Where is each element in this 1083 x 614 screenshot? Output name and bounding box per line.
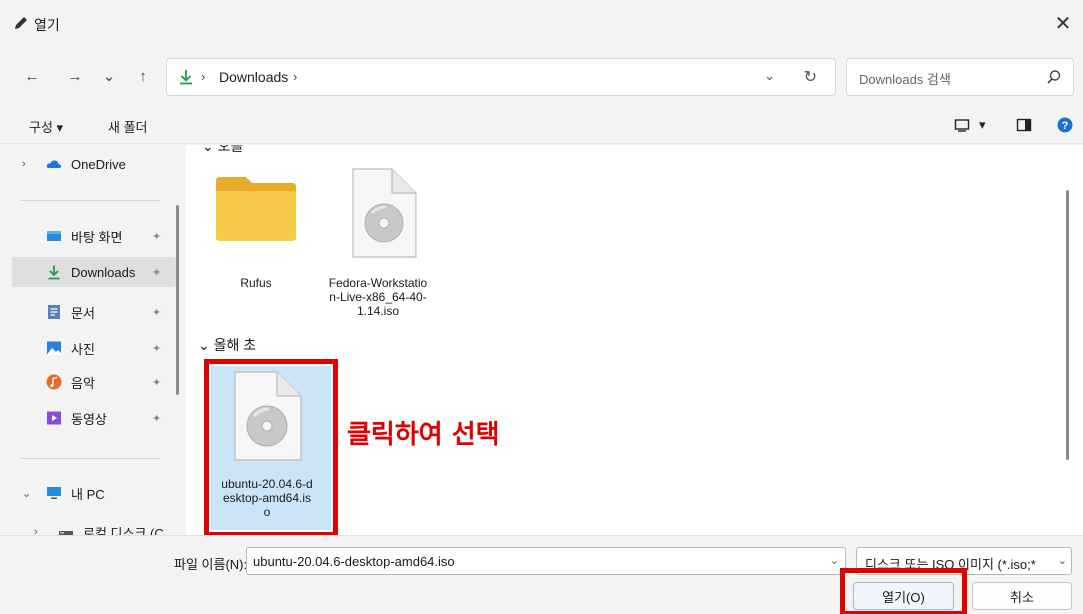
help-icon[interactable]: ? xyxy=(1057,117,1073,133)
sidebar-item-label: 동영상 xyxy=(71,411,107,427)
window-title: 열기 xyxy=(34,17,60,33)
sidebar-item-label: Downloads xyxy=(71,264,136,280)
pin-icon: ✦ xyxy=(152,230,162,243)
filename-value: ubuntu-20.04.6-desktop-amd64.iso xyxy=(253,554,455,569)
up-button[interactable]: ↑ xyxy=(129,64,157,88)
open-button-annotation-box xyxy=(840,568,967,614)
breadcrumb-separator-icon[interactable]: › xyxy=(293,69,297,84)
svg-text:?: ? xyxy=(1062,120,1069,132)
command-bar: 구성 ▾ 새 폴더 ▾ ? xyxy=(0,106,1083,144)
sidebar-item-documents[interactable]: 문서 ✦ xyxy=(12,297,172,327)
download-icon xyxy=(180,70,192,85)
file-item-folder[interactable]: Rufus xyxy=(206,167,306,290)
expand-icon[interactable]: › xyxy=(22,158,26,170)
chevron-down-icon[interactable]: ⌄ xyxy=(1055,554,1067,567)
title-bar: 열기 ✕ xyxy=(0,0,1083,48)
close-button[interactable]: ✕ xyxy=(1043,8,1083,38)
back-button[interactable]: ← xyxy=(18,64,46,88)
sidebar-item-local-disk[interactable]: › 로컬 디스크 (C xyxy=(12,517,172,535)
sidebar-scrollbar[interactable] xyxy=(176,205,179,395)
folder-icon xyxy=(216,177,296,241)
address-bar[interactable]: › Downloads › ⌄ ↻ xyxy=(166,58,836,96)
download-icon xyxy=(48,265,60,280)
back-arrow-icon: ← xyxy=(24,67,40,85)
drive-icon xyxy=(59,531,73,535)
file-name: Rufus xyxy=(240,276,272,290)
filename-label: 파일 이름(N): xyxy=(174,557,248,572)
pin-icon: ✦ xyxy=(152,412,162,425)
sidebar-item-label: 로컬 디스크 (C xyxy=(83,525,164,536)
navigation-bar: ← → ⌄ ↑ › Downloads › ⌄ ↻ Downloads 검색 xyxy=(0,48,1083,104)
pin-icon: ✦ xyxy=(152,266,162,279)
sidebar-divider xyxy=(20,458,160,459)
cancel-button-label: 취소 xyxy=(1010,589,1034,605)
preview-pane-icon[interactable] xyxy=(1016,117,1032,133)
filename-input[interactable]: ubuntu-20.04.6-desktop-amd64.iso ⌄ xyxy=(246,547,846,575)
pc-icon xyxy=(47,487,61,499)
organize-button[interactable]: 구성 ▾ xyxy=(29,117,63,136)
view-layout-icon[interactable] xyxy=(954,117,970,133)
sidebar-item-music[interactable]: 음악 ✦ xyxy=(12,367,172,397)
file-item-disc-image[interactable]: Fedora-Workstation-Live-x86_64-40-1.14.i… xyxy=(328,167,428,318)
cloud-icon xyxy=(46,160,62,168)
recent-locations-button[interactable]: ⌄ xyxy=(95,64,123,88)
search-placeholder: Downloads 검색 xyxy=(859,72,951,87)
expand-icon[interactable]: › xyxy=(34,526,38,535)
refresh-icon[interactable]: ↻ xyxy=(804,67,817,87)
sidebar-item-label: 음악 xyxy=(71,375,95,391)
address-dropdown-icon[interactable]: ⌄ xyxy=(764,68,775,84)
sidebar-divider xyxy=(20,200,160,201)
video-icon xyxy=(47,411,61,425)
group-header-earlier-this-year[interactable]: ⌄ 올해 초 xyxy=(198,335,256,355)
close-icon: ✕ xyxy=(1054,12,1072,35)
content-scrollbar[interactable] xyxy=(1066,190,1069,460)
search-icon xyxy=(1047,70,1061,84)
sidebar-item-label: 문서 xyxy=(71,305,95,321)
sidebar-item-this-pc[interactable]: ⌄ 내 PC xyxy=(12,478,172,508)
sidebar-item-label: 바탕 화면 xyxy=(71,229,123,245)
sidebar-item-label: OneDrive xyxy=(71,156,126,172)
breadcrumb-downloads[interactable]: Downloads xyxy=(219,69,288,85)
cancel-button[interactable]: 취소 xyxy=(972,582,1072,610)
forward-arrow-icon: → xyxy=(67,67,83,85)
pictures-icon xyxy=(47,341,61,355)
pin-icon: ✦ xyxy=(152,306,162,319)
forward-button[interactable]: → xyxy=(61,64,89,88)
disc-image-icon xyxy=(352,168,417,258)
sidebar-item-label: 사진 xyxy=(71,341,95,357)
up-arrow-icon: ↑ xyxy=(139,67,147,85)
navigation-pane: › OneDrive 바탕 화면 ✦ Downloads ✦ 문서 ✦ 사진 ✦… xyxy=(0,145,182,535)
selection-annotation-box xyxy=(204,359,338,537)
sidebar-item-downloads[interactable]: Downloads ✦ xyxy=(12,257,176,287)
annotation-text: 클릭하여 선택 xyxy=(347,420,500,450)
pen-icon xyxy=(15,17,27,29)
music-icon xyxy=(46,374,62,390)
sidebar-item-pictures[interactable]: 사진 ✦ xyxy=(12,333,172,363)
chevron-down-icon[interactable]: ⌄ xyxy=(830,554,839,567)
view-dropdown-icon[interactable]: ▾ xyxy=(979,117,986,133)
pin-icon: ✦ xyxy=(152,376,162,389)
file-name: Fedora-Workstation-Live-x86_64-40-1.14.i… xyxy=(328,276,428,318)
new-folder-button[interactable]: 새 폴더 xyxy=(108,117,148,136)
chevron-down-icon: ⌄ xyxy=(102,68,116,85)
collapse-icon[interactable]: ⌄ xyxy=(22,487,31,500)
breadcrumb-separator-icon: › xyxy=(201,69,206,84)
group-header-today[interactable]: ⌄ 오늘 xyxy=(202,145,243,156)
sidebar-item-onedrive[interactable]: › OneDrive xyxy=(12,149,172,179)
sidebar-item-desktop[interactable]: 바탕 화면 ✦ xyxy=(12,221,172,251)
search-input[interactable]: Downloads 검색 xyxy=(846,58,1074,96)
desktop-icon xyxy=(47,231,61,241)
sidebar-item-label: 내 PC xyxy=(71,486,105,502)
pin-icon: ✦ xyxy=(152,342,162,355)
sidebar-item-videos[interactable]: 동영상 ✦ xyxy=(12,403,172,433)
document-icon xyxy=(48,305,60,319)
